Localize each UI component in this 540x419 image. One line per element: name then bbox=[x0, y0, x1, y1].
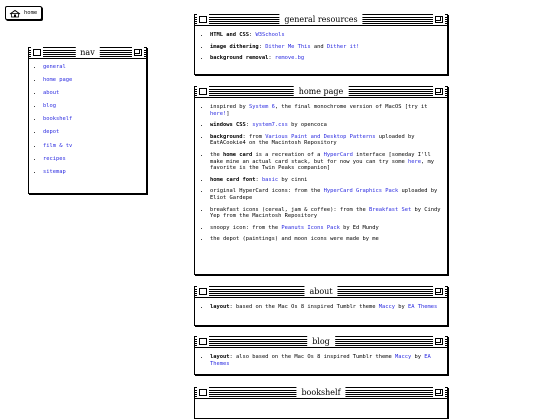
nav-item-about[interactable]: about bbox=[43, 90, 142, 97]
general-resources-window: general resources HTML and CSS: W3School… bbox=[194, 14, 448, 75]
link-ea-themes[interactable]: EA Themes bbox=[408, 304, 437, 310]
list-item: original HyperCard icons: from the Hyper… bbox=[210, 188, 441, 201]
nav-item-blog[interactable]: blog bbox=[43, 103, 142, 110]
about-titlebar[interactable]: about bbox=[195, 286, 447, 298]
general-resources-title: general resources bbox=[279, 14, 363, 25]
about-window: about layout: based on the Mac Os 8 insp… bbox=[194, 286, 448, 326]
nav-item-bookshelf[interactable]: bookshelf bbox=[43, 116, 142, 123]
link-maccy[interactable]: Maccy bbox=[395, 354, 411, 360]
link-system7-css[interactable]: system7.css bbox=[252, 122, 288, 128]
link-hypercard-graphics-pack[interactable]: HyperCard Graphics Pack bbox=[324, 188, 399, 194]
home-page-titlebar[interactable]: home page bbox=[195, 86, 447, 98]
close-box-icon[interactable] bbox=[197, 14, 209, 25]
list-item: layout: also based on the Mac Os 8 inspi… bbox=[210, 354, 441, 367]
list-item: image dithering: Dither Me This and Dith… bbox=[210, 44, 441, 51]
general-resources-list: HTML and CSS: W3Schools image dithering:… bbox=[195, 26, 447, 70]
list-item: background: from Various Paint and Deskt… bbox=[210, 134, 441, 147]
link-system-6[interactable]: System 6 bbox=[249, 104, 275, 110]
close-box-icon[interactable] bbox=[197, 387, 209, 398]
close-box-icon[interactable] bbox=[31, 47, 43, 58]
blog-list: layout: also based on the Mac Os 8 inspi… bbox=[195, 348, 447, 375]
list-item: windows CSS: system7.css by opencoca bbox=[210, 122, 441, 129]
bookshelf-title: bookshelf bbox=[296, 387, 346, 398]
zoom-box-icon[interactable] bbox=[433, 86, 445, 97]
nav-window: nav general home page about blog bookshe… bbox=[28, 47, 147, 194]
zoom-box-icon[interactable] bbox=[433, 14, 445, 25]
zoom-box-icon[interactable] bbox=[433, 387, 445, 398]
home-button[interactable]: home bbox=[5, 6, 43, 20]
link-here-stacks[interactable]: here bbox=[408, 159, 421, 165]
list-item: background removal: remove.bg bbox=[210, 55, 441, 62]
link-maccy[interactable]: Maccy bbox=[379, 304, 395, 310]
nav-item-recipes[interactable]: recipes bbox=[43, 156, 142, 163]
list-item: the depot (paintings) and moon icons wer… bbox=[210, 236, 441, 243]
list-item: home card font: basic by cinni bbox=[210, 177, 441, 184]
bookshelf-titlebar[interactable]: bookshelf bbox=[195, 387, 447, 399]
home-button-label: home bbox=[24, 10, 38, 16]
close-box-icon[interactable] bbox=[197, 286, 209, 297]
nav-item-depot[interactable]: depot bbox=[43, 129, 142, 136]
link-basic-font[interactable]: basic bbox=[262, 177, 278, 183]
link-w3schools[interactable]: W3Schools bbox=[255, 32, 284, 38]
home-page-list: inspired by System 6, the final monochro… bbox=[195, 98, 447, 251]
link-peanuts-icons[interactable]: Peanuts Icons Pack bbox=[281, 225, 339, 231]
list-item: breakfast icons (cereal, jam & coffee): … bbox=[210, 207, 441, 220]
home-page-window: home page inspired by System 6, the fina… bbox=[194, 86, 448, 275]
list-item: snoopy icon: from the Peanuts Icons Pack… bbox=[210, 225, 441, 232]
blog-titlebar[interactable]: blog bbox=[195, 336, 447, 348]
zoom-box-icon[interactable] bbox=[433, 336, 445, 347]
blog-title: blog bbox=[307, 336, 335, 347]
blog-window: blog layout: also based on the Mac Os 8 … bbox=[194, 336, 448, 375]
link-paint-patterns[interactable]: Various Paint and Desktop Patterns bbox=[265, 134, 375, 140]
bookshelf-window: bookshelf bbox=[194, 387, 448, 419]
nav-item-home-page[interactable]: home page bbox=[43, 77, 142, 84]
list-item: the home card is a recreation of a Hyper… bbox=[210, 152, 441, 172]
nav-item-film-tv[interactable]: film & tv bbox=[43, 143, 142, 150]
link-hypercard[interactable]: HyperCard bbox=[324, 152, 353, 158]
home-page-title: home page bbox=[293, 86, 349, 97]
list-item: layout: based on the Mac Os 8 inspired T… bbox=[210, 304, 441, 311]
close-box-icon[interactable] bbox=[197, 86, 209, 97]
link-breakfast-set[interactable]: Breakfast Set bbox=[369, 207, 411, 213]
close-box-icon[interactable] bbox=[197, 336, 209, 347]
nav-titlebar[interactable]: nav bbox=[29, 47, 146, 59]
nav-list: general home page about blog bookshelf d… bbox=[29, 59, 146, 186]
link-here[interactable]: here! bbox=[210, 111, 226, 117]
zoom-box-icon[interactable] bbox=[433, 286, 445, 297]
list-item: HTML and CSS: W3Schools bbox=[210, 32, 441, 39]
about-title: about bbox=[304, 286, 338, 297]
zoom-box-icon[interactable] bbox=[132, 47, 144, 58]
nav-item-general[interactable]: general bbox=[43, 64, 142, 71]
link-dither-it[interactable]: Dither it! bbox=[327, 44, 359, 50]
link-dither-me-this[interactable]: Dither Me This bbox=[265, 44, 310, 50]
list-item: inspired by System 6, the final monochro… bbox=[210, 104, 441, 117]
nav-title: nav bbox=[75, 47, 100, 58]
nav-item-sitemap[interactable]: sitemap bbox=[43, 169, 142, 176]
house-icon bbox=[9, 9, 21, 17]
about-list: layout: based on the Mac Os 8 inspired T… bbox=[195, 298, 447, 319]
general-resources-titlebar[interactable]: general resources bbox=[195, 14, 447, 26]
link-remove-bg[interactable]: remove.bg bbox=[275, 55, 304, 61]
